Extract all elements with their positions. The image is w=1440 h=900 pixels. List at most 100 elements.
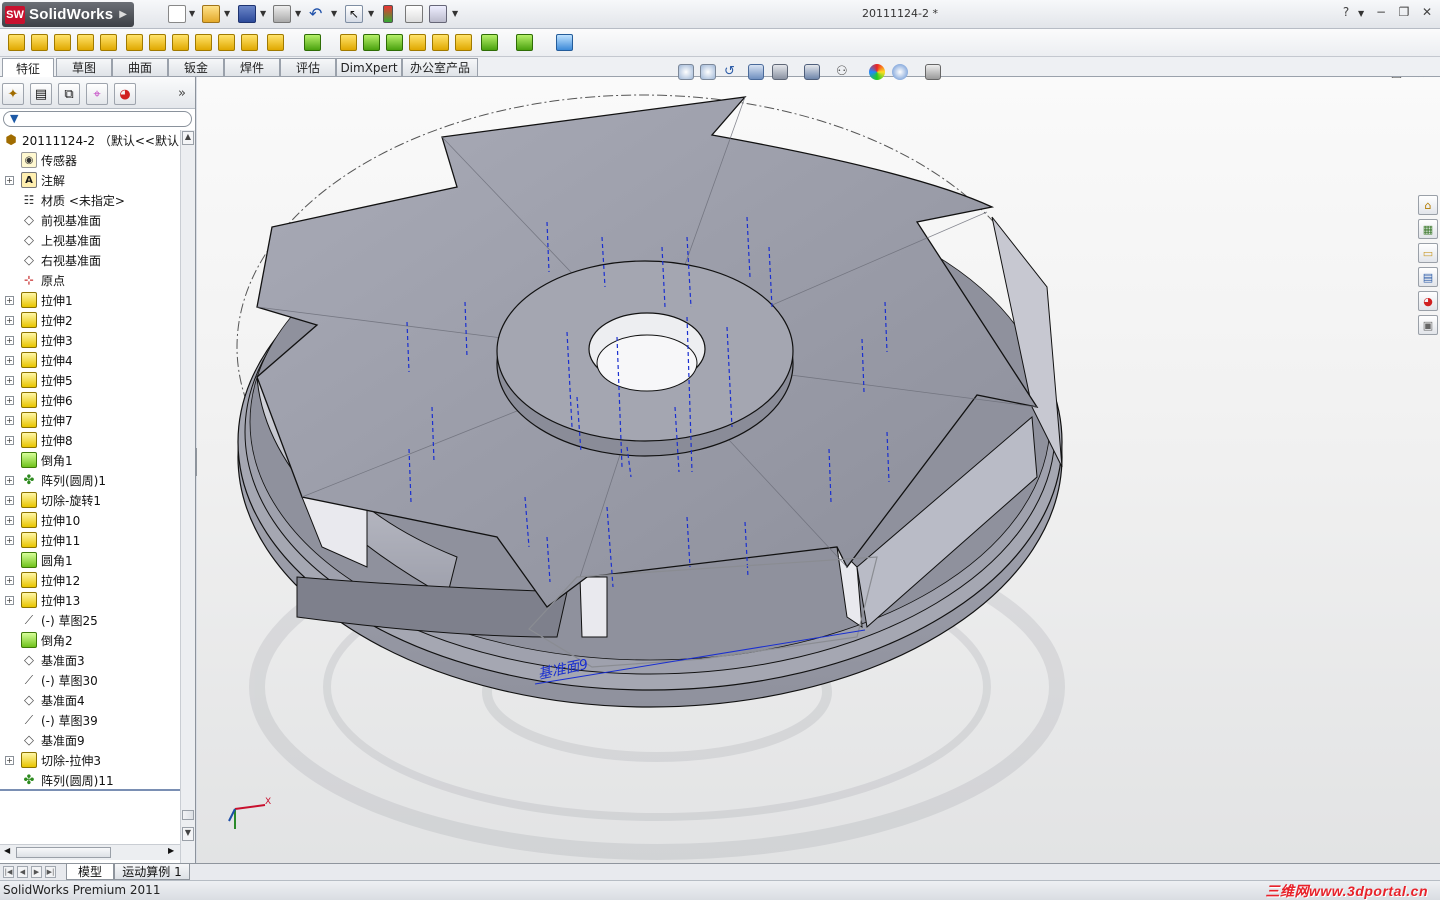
boundary-cut-icon[interactable]: [241, 34, 258, 51]
impeller-model[interactable]: 基准面9: [197, 77, 1440, 863]
horizontal-scroll-thumb[interactable]: [16, 847, 111, 858]
tree-item[interactable]: + 拉伸1: [0, 290, 180, 310]
tree-item[interactable]: + 拉伸13: [0, 590, 180, 610]
tree-item[interactable]: + 拉伸2: [0, 310, 180, 330]
tree-item[interactable]: 倒角1: [0, 450, 180, 470]
print-dropdown-icon[interactable]: ▼: [295, 9, 301, 18]
tree-item[interactable]: ◇ 基准面4: [0, 690, 180, 710]
tree-item[interactable]: ◇ 基准面9: [0, 730, 180, 750]
viewport-minimize-button[interactable]: −: [1368, 77, 1378, 81]
extruded-boss-icon[interactable]: [8, 34, 25, 51]
tree-item[interactable]: ⟋ (-) 草图25: [0, 610, 180, 630]
rib-icon[interactable]: [340, 34, 357, 51]
feature-manager-tab[interactable]: ✦: [2, 83, 24, 105]
tree-item[interactable]: ◇ 前视基准面: [0, 210, 180, 230]
expand-toggle-icon[interactable]: +: [5, 475, 14, 485]
display-manager-tab[interactable]: ◕: [114, 83, 136, 105]
fillet-icon[interactable]: [267, 34, 284, 51]
appearances-icon[interactable]: ◕: [1418, 291, 1438, 311]
rebuild-icon[interactable]: [383, 5, 393, 23]
new-dropdown-icon[interactable]: ▼: [189, 9, 195, 18]
edit-appearance-icon[interactable]: [869, 64, 885, 80]
tree-item[interactable]: ⟋ (-) 草图30: [0, 670, 180, 690]
open-folder-icon[interactable]: [202, 5, 220, 23]
tree-item[interactable]: + 拉伸8: [0, 430, 180, 450]
zoom-to-area-icon[interactable]: [700, 64, 716, 80]
tab-model[interactable]: 模型: [66, 864, 114, 880]
revolved-cut-icon[interactable]: [172, 34, 189, 51]
expand-toggle-icon[interactable]: +: [5, 315, 14, 325]
revolved-boss-icon[interactable]: [31, 34, 48, 51]
design-library-icon[interactable]: ▦: [1418, 219, 1438, 239]
solidworks-menu-button[interactable]: SW SolidWorks ▶: [2, 2, 134, 27]
tree-item[interactable]: + 切除-拉伸3: [0, 750, 180, 770]
graphics-area[interactable]: 基准面9 − ❐ ✕ ⌂ ▦ ▭ ▤ ◕ ▣ X: [197, 77, 1440, 863]
expand-toggle-icon[interactable]: +: [5, 375, 14, 385]
select-pointer-icon[interactable]: ↖: [345, 5, 363, 23]
lofted-boss-icon[interactable]: [77, 34, 94, 51]
draft-icon[interactable]: [363, 34, 380, 51]
save-dropdown-icon[interactable]: ▼: [260, 9, 266, 18]
expand-toggle-icon[interactable]: +: [5, 575, 14, 585]
mirror-icon[interactable]: [455, 34, 472, 51]
undo-icon[interactable]: ↶: [309, 5, 327, 23]
tree-item[interactable]: ◉ 传感器: [0, 150, 180, 170]
open-dropdown-icon[interactable]: ▼: [224, 9, 230, 18]
print-icon[interactable]: [273, 5, 291, 23]
scroll-left-icon[interactable]: ◀: [4, 846, 10, 855]
options-dropdown-icon[interactable]: ▼: [452, 9, 458, 18]
rollback-bar[interactable]: [0, 789, 180, 791]
expand-toggle-icon[interactable]: +: [5, 355, 14, 365]
swept-cut-icon[interactable]: [195, 34, 212, 51]
expand-toggle-icon[interactable]: +: [5, 435, 14, 445]
file-explorer-icon[interactable]: ▭: [1418, 243, 1438, 263]
hole-wizard-icon[interactable]: [149, 34, 166, 51]
expand-toggle-icon[interactable]: +: [5, 295, 14, 305]
property-manager-tab[interactable]: ▤: [30, 83, 52, 105]
new-document-icon[interactable]: [168, 5, 186, 23]
tab-surfaces[interactable]: 曲面: [112, 58, 168, 76]
linear-pattern-icon[interactable]: [304, 34, 321, 51]
tree-item[interactable]: ◇ 右视基准面: [0, 250, 180, 270]
tree-item[interactable]: 圆角1: [0, 550, 180, 570]
lofted-cut-icon[interactable]: [218, 34, 235, 51]
scroll-thumb[interactable]: [182, 810, 194, 820]
expand-toggle-icon[interactable]: +: [5, 395, 14, 405]
undo-dropdown-icon[interactable]: ▼: [331, 9, 337, 18]
first-tab-icon[interactable]: |◀: [3, 866, 14, 878]
scroll-down-icon[interactable]: ▼: [182, 827, 194, 841]
tree-item[interactable]: + ✤ 阵列(圆周)1: [0, 470, 180, 490]
tab-motion-study-1[interactable]: 运动算例 1: [114, 864, 190, 880]
tree-horizontal-scrollbar[interactable]: ◀ ▶: [0, 844, 180, 860]
extruded-cut-icon[interactable]: [126, 34, 143, 51]
reference-geometry-icon[interactable]: [481, 34, 498, 51]
expand-toggle-icon[interactable]: +: [5, 515, 14, 525]
tree-item[interactable]: ✤ 阵列(圆周)11: [0, 770, 180, 790]
tree-item[interactable]: ⟋ (-) 草图39: [0, 710, 180, 730]
select-dropdown-icon[interactable]: ▼: [368, 9, 374, 18]
tab-office-products[interactable]: 办公室产品: [402, 58, 478, 76]
curves-icon[interactable]: [516, 34, 533, 51]
tree-item[interactable]: + 拉伸6: [0, 390, 180, 410]
shell-icon[interactable]: [386, 34, 403, 51]
tree-item[interactable]: ☷ 材质 <未指定>: [0, 190, 180, 210]
configuration-manager-tab[interactable]: ⧉: [58, 83, 80, 105]
tree-item[interactable]: + 拉伸11: [0, 530, 180, 550]
tree-item[interactable]: + A 注解: [0, 170, 180, 190]
apply-scene-icon[interactable]: [892, 64, 908, 80]
solidworks-resources-icon[interactable]: ⌂: [1418, 195, 1438, 215]
tab-evaluate[interactable]: 评估: [280, 58, 336, 76]
scroll-up-icon[interactable]: ▲: [182, 131, 194, 145]
tree-item[interactable]: + 拉伸4: [0, 350, 180, 370]
expand-toggle-icon[interactable]: +: [5, 495, 14, 505]
display-style-icon[interactable]: [804, 64, 820, 80]
custom-properties-icon[interactable]: ▣: [1418, 315, 1438, 335]
expand-toggle-icon[interactable]: +: [5, 535, 14, 545]
viewport-restore-button[interactable]: ❐: [1391, 77, 1402, 81]
scroll-right-icon[interactable]: ▶: [168, 846, 174, 855]
last-tab-icon[interactable]: ▶|: [45, 866, 56, 878]
restore-button[interactable]: ❐: [1395, 5, 1413, 19]
view-settings-icon[interactable]: [925, 64, 941, 80]
prev-tab-icon[interactable]: ◀: [17, 866, 28, 878]
tree-item[interactable]: + 拉伸7: [0, 410, 180, 430]
